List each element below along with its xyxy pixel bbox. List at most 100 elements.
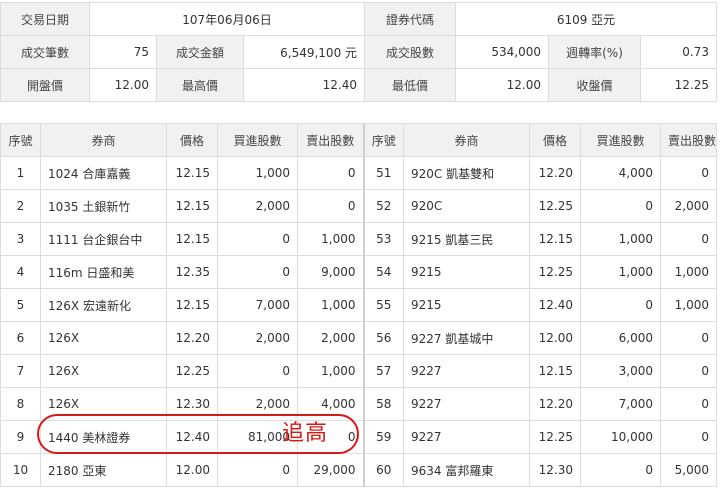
seq-cell: 54 [362, 255, 404, 289]
price-cell: 12.25 [529, 255, 581, 289]
seq-cell: 7 [0, 354, 41, 388]
broker-cell: 9634 富邦羅東 [403, 453, 530, 487]
price-cell: 12.15 [166, 288, 218, 322]
buy-shares-cell: 10,000 [580, 420, 661, 454]
summary-table: 交易日期 107年06月06日 證券代碼 6109 亞元 成交筆數 75 成交金… [0, 2, 718, 102]
price-cell: 12.20 [529, 156, 581, 190]
annotation-label: 追高 [282, 421, 329, 446]
header-row: 序號 券商 價格 買進股數 賣出股數 序號 券商 價格 買進股數 賣出股數 [0, 123, 717, 157]
seq-cell: 52 [362, 189, 404, 223]
column-header: 買進股數 [217, 123, 298, 157]
price-cell: 12.40 [166, 420, 218, 454]
seq-cell: 2 [0, 189, 41, 223]
buy-shares-cell: 4,000 [580, 156, 661, 190]
buy-shares-cell: 0 [217, 255, 298, 289]
stock-code-value: 6109 亞元 [455, 2, 718, 36]
table-row: 9 1440 美林證券 12.40 81,000 0 59 9227 12.25 10,000 0 [0, 420, 717, 454]
sell-shares-cell: 0 [660, 387, 717, 421]
buy-shares-cell: 0 [217, 453, 298, 487]
column-header: 價格 [529, 123, 581, 157]
amount-value: 6,549,100 元 [242, 35, 366, 69]
sell-shares-cell: 9,000 [297, 255, 364, 289]
sell-shares-cell: 5,000 [660, 453, 717, 487]
sell-shares-cell: 0 [660, 354, 717, 388]
buy-shares-cell: 2,000 [217, 387, 298, 421]
amount-label: 成交金額 [156, 35, 244, 69]
buy-shares-cell: 1,000 [217, 156, 298, 190]
seq-cell: 3 [0, 222, 41, 256]
column-header: 序號 [0, 123, 41, 157]
deals-label: 成交筆數 [0, 35, 90, 69]
broker-cell: 116m 日盛和美 [40, 255, 167, 289]
seq-cell: 58 [362, 387, 404, 421]
price-cell: 12.15 [529, 222, 581, 256]
low-value: 12.00 [455, 68, 550, 102]
broker-cell: 9215 凱基三民 [403, 222, 530, 256]
column-header: 序號 [362, 123, 404, 157]
sell-shares-cell: 1,000 [297, 354, 364, 388]
sell-shares-cell: 0 [297, 189, 364, 223]
seq-cell: 8 [0, 387, 41, 421]
trade-date-value: 107年06月06日 [88, 2, 366, 36]
summary-row: 成交筆數 75 成交金額 6,549,100 元 成交股數 534,000 週轉… [0, 35, 718, 69]
broker-cell: 9227 [403, 420, 530, 454]
buy-shares-cell: 7,000 [580, 387, 661, 421]
price-cell: 12.15 [166, 156, 218, 190]
seq-cell: 6 [0, 321, 41, 355]
column-header: 價格 [166, 123, 218, 157]
broker-trades-table: 序號 券商 價格 買進股數 賣出股數 序號 券商 價格 買進股數 賣出股數 11… [0, 123, 717, 487]
turnover-value: 0.73 [640, 35, 718, 69]
table-row: 4 116m 日盛和美 12.35 0 9,000 54 9215 12.25 1,000 1,0… [0, 255, 717, 289]
table-row: 7 126X 12.25 0 1,000 57 9227 12.15 3,000 0 [0, 354, 717, 388]
sell-shares-cell: 0 [660, 420, 717, 454]
buy-shares-cell: 3,000 [580, 354, 661, 388]
broker-cell: 126X [40, 321, 167, 355]
buy-shares-cell: 0 [217, 222, 298, 256]
broker-cell: 126X [40, 354, 167, 388]
trade-date-label: 交易日期 [0, 2, 90, 36]
seq-cell: 59 [362, 420, 404, 454]
price-cell: 12.00 [166, 453, 218, 487]
broker-cell: 1111 台企銀台中 [40, 222, 167, 256]
close-label: 收盤價 [548, 68, 642, 102]
broker-cell: 126X [40, 387, 167, 421]
sell-shares-cell: 0 [660, 156, 717, 190]
seq-cell: 57 [362, 354, 404, 388]
buy-shares-cell: 0 [580, 288, 661, 322]
broker-cell: 1035 土銀新竹 [40, 189, 167, 223]
broker-cell: 9227 [403, 354, 530, 388]
price-cell: 12.15 [166, 189, 218, 223]
broker-cell: 920C [403, 189, 530, 223]
seq-cell: 5 [0, 288, 41, 322]
sell-shares-cell: 2,000 [660, 189, 717, 223]
buy-shares-cell: 0 [217, 354, 298, 388]
seq-cell: 60 [362, 453, 404, 487]
column-header: 券商 [403, 123, 530, 157]
column-header: 買進股數 [580, 123, 661, 157]
seq-cell: 53 [362, 222, 404, 256]
low-label: 最低價 [364, 68, 457, 102]
close-value: 12.25 [640, 68, 718, 102]
buy-shares-cell: 1,000 [580, 255, 661, 289]
price-cell: 12.20 [529, 387, 581, 421]
column-header: 賣出股數 [660, 123, 717, 157]
broker-cell: 9215 [403, 288, 530, 322]
price-cell: 12.30 [529, 453, 581, 487]
summary-row: 開盤價 12.00 最高價 12.40 最低價 12.00 收盤價 12.25 [0, 68, 718, 102]
price-cell: 12.00 [529, 321, 581, 355]
open-value: 12.00 [89, 68, 157, 102]
broker-cell: 2180 亞東 [40, 453, 167, 487]
high-value: 12.40 [242, 68, 366, 102]
buy-shares-cell: 2,000 [217, 189, 298, 223]
buy-shares-cell: 0 [580, 189, 661, 223]
column-header: 賣出股數 [297, 123, 364, 157]
sell-shares-cell: 0 [297, 156, 364, 190]
seq-cell: 9 [0, 420, 41, 454]
sell-shares-cell: 4,000 [297, 387, 364, 421]
sell-shares-cell: 1,000 [660, 288, 717, 322]
broker-cell: 9215 [403, 255, 530, 289]
seq-cell: 55 [362, 288, 404, 322]
shares-value: 534,000 [455, 35, 550, 69]
broker-cell: 920C 凱基雙和 [403, 156, 530, 190]
seq-cell: 4 [0, 255, 41, 289]
